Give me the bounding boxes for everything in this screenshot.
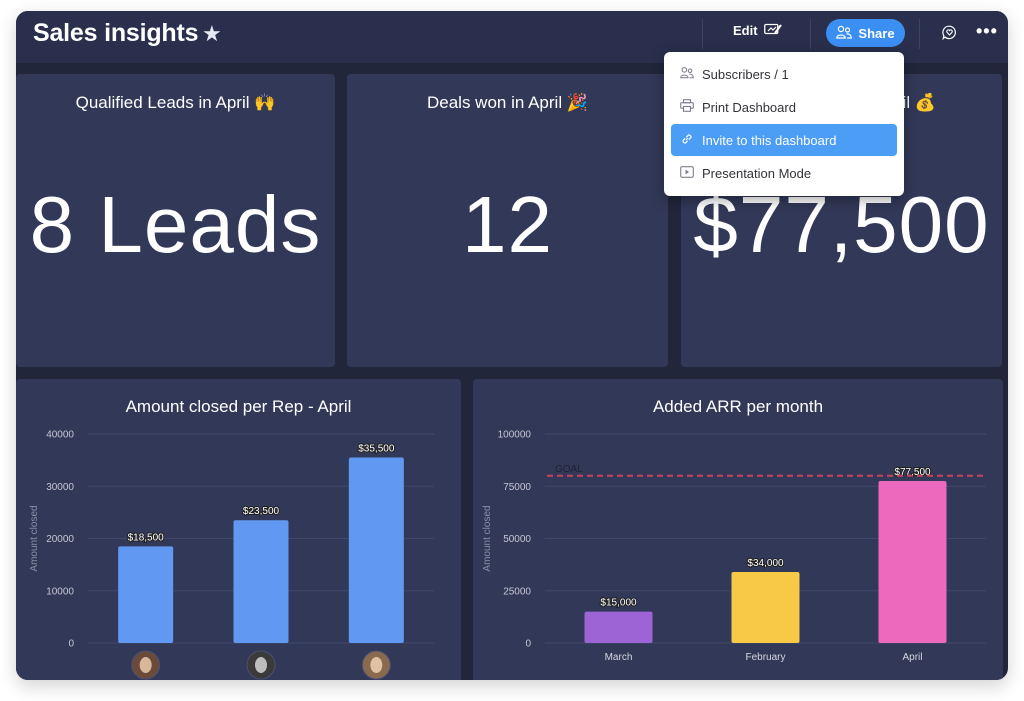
- y-tick-label: 50000: [503, 534, 531, 545]
- avatar: [361, 650, 391, 680]
- more-options-icon[interactable]: •••: [976, 22, 998, 40]
- menu-item-label: Print Dashboard: [702, 99, 796, 115]
- y-tick-label: 30000: [46, 482, 74, 493]
- y-tick-label: 0: [68, 639, 74, 650]
- edit-button[interactable]: Edit: [733, 23, 782, 38]
- edit-label: Edit: [733, 23, 758, 38]
- star-icon[interactable]: ★: [202, 21, 222, 47]
- data-label: $35,500: [358, 444, 395, 455]
- share-button[interactable]: Share: [826, 19, 905, 47]
- users-icon: [836, 25, 853, 42]
- header-divider: [919, 19, 920, 49]
- widget-title: Deals won in April 🎉: [426, 93, 588, 112]
- y-tick-label: 20000: [46, 534, 74, 545]
- menu-item-print-dashboard[interactable]: Print Dashboard: [671, 91, 897, 123]
- bar: [584, 611, 653, 643]
- avatar-face: [139, 657, 152, 673]
- y-axis-label: Amount closed: [29, 505, 40, 571]
- widget-value: 8 Leads: [29, 180, 322, 269]
- dashboard-title: Sales insights: [33, 19, 199, 47]
- edit-icon: [763, 23, 782, 38]
- avatar: [131, 650, 161, 680]
- x-tick-label: February: [745, 652, 785, 663]
- data-label: $18,500: [128, 532, 165, 543]
- printer-icon: [680, 99, 694, 115]
- widget-amount-closed-per-rep: Amount closed per Rep - April 0 10000 2000…: [16, 379, 461, 680]
- header-divider: [702, 19, 703, 49]
- goal-label: GOAL: [555, 464, 583, 475]
- data-label: $23,500: [243, 506, 280, 517]
- y-tick-label: 75000: [503, 482, 531, 493]
- widget-qualified-leads: Qualified Leads in April 🙌 8 Leads: [16, 74, 335, 367]
- y-tick-label: 0: [525, 639, 531, 650]
- bar: [118, 546, 174, 643]
- link-icon: [680, 132, 694, 149]
- bar: [233, 520, 289, 643]
- bar: [731, 571, 800, 643]
- avatar-face: [370, 657, 383, 673]
- updates-icon[interactable]: [942, 25, 957, 45]
- x-tick-label: April: [902, 652, 922, 663]
- menu-item-subscribers[interactable]: Subscribers / 1: [671, 58, 897, 90]
- y-tick-label: 100000: [498, 430, 532, 441]
- share-label: Share: [858, 25, 895, 41]
- bar: [348, 457, 404, 643]
- widget-title: Qualified Leads in April 🙌: [75, 93, 276, 112]
- bar: [878, 481, 947, 643]
- y-tick-label: 40000: [46, 430, 74, 441]
- share-dropdown-menu: Subscribers / 1 Print Dashboard Invite t…: [664, 52, 904, 196]
- menu-item-label: Presentation Mode: [702, 165, 812, 181]
- y-tick-label: 10000: [46, 586, 74, 597]
- x-tick-label: March: [605, 652, 633, 663]
- play-icon: [680, 165, 694, 181]
- menu-item-label: Invite to this dashboard: [702, 132, 837, 148]
- header-divider: [810, 19, 811, 49]
- widget-title: il 💰: [902, 93, 936, 112]
- avatar: [246, 650, 276, 680]
- y-tick-label: 25000: [503, 586, 531, 597]
- menu-item-presentation-mode[interactable]: Presentation Mode: [671, 157, 897, 189]
- chart-amount-closed: 0 10000 20000 30000 40000 Amount closed $18,50…: [29, 430, 434, 680]
- widget-added-arr: Added ARR per month 0 25000 50000 75000 1000…: [473, 379, 1003, 680]
- chart-added-arr: 0 25000 50000 75000 100000 Amount closed $15,0…: [482, 430, 986, 663]
- menu-item-label: Subscribers / 1: [702, 66, 789, 82]
- widget-value: 12: [462, 180, 553, 269]
- avatar-face: [255, 657, 267, 673]
- menu-item-invite[interactable]: Invite to this dashboard: [671, 124, 897, 156]
- data-label: $15,000: [600, 598, 637, 609]
- y-axis-label: Amount closed: [482, 505, 493, 571]
- users-icon: [680, 66, 694, 82]
- widget-deals-won: Deals won in April 🎉 12: [347, 74, 668, 367]
- data-label: $34,000: [747, 558, 784, 569]
